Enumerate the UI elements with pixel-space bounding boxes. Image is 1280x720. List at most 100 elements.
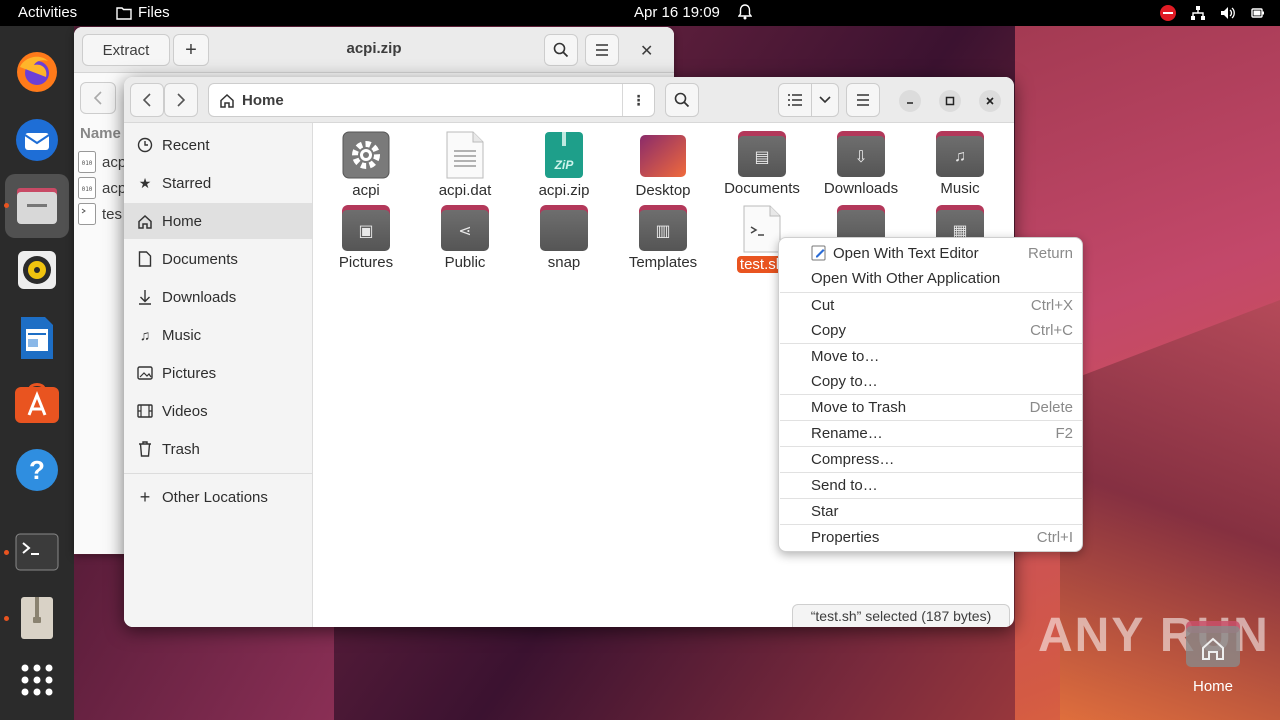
back-button[interactable] [80, 82, 116, 114]
menu-item-move-to-trash[interactable]: Move to Trash Delete [780, 395, 1082, 420]
list-item[interactable]: tes [78, 203, 122, 225]
templates-folder-icon: ▥ [639, 205, 687, 251]
menu-item-rename[interactable]: Rename… F2 [780, 421, 1082, 446]
close-icon[interactable]: ✕ [640, 41, 653, 61]
menu-item-accel: Return [1027, 245, 1073, 262]
menu-item-open-with-text-editor[interactable]: Open With Text Editor Return [780, 241, 1082, 266]
menu-item-properties[interactable]: Properties Ctrl+I [780, 525, 1082, 550]
system-tray[interactable] [1160, 5, 1266, 21]
sidebar-item-label: Trash [162, 440, 200, 458]
grid-item-music[interactable]: ♫ Music [912, 131, 1008, 197]
sidebar-item-pictures[interactable]: Pictures [124, 355, 312, 391]
grid-item-downloads[interactable]: ⇩ Downloads [813, 131, 909, 197]
grid-item-snap[interactable]: snap [516, 205, 612, 271]
list-item[interactable]: 010 acp [78, 177, 126, 199]
list-item[interactable]: 010 acp [78, 151, 126, 173]
menu-item-accel: Ctrl+C [1030, 322, 1073, 339]
app-menu[interactable]: Files [116, 4, 170, 21]
forward-button[interactable] [164, 83, 198, 117]
menu-item-label: Star [811, 503, 839, 520]
rhythmbox-icon[interactable] [13, 246, 61, 294]
thunderbird-icon[interactable] [13, 116, 61, 164]
search-icon[interactable] [544, 34, 578, 66]
menu-icon[interactable] [846, 83, 880, 117]
menu-item-star[interactable]: Star [780, 499, 1082, 524]
show-apps-icon[interactable] [13, 656, 61, 704]
executable-gear-icon [342, 131, 390, 179]
sidebar-item-starred[interactable]: ★ Starred [124, 165, 312, 201]
app-center-icon[interactable] [13, 378, 61, 426]
list-view-icon[interactable] [778, 83, 812, 117]
grid-item-templates[interactable]: ▥ Templates [615, 205, 711, 271]
column-header-name[interactable]: Name [80, 125, 121, 142]
desktop-home-icon[interactable]: Home [1184, 620, 1242, 695]
path-home[interactable]: Home [209, 92, 284, 109]
sidebar-item-label: Music [162, 326, 202, 344]
sidebar-item-downloads[interactable]: Downloads [124, 279, 312, 315]
grid-item-label: acpi.dat [438, 182, 492, 199]
grid-item-desktop[interactable]: Desktop [615, 131, 711, 199]
menu-item-move-to[interactable]: Move to… [780, 344, 1082, 369]
plus-icon: + [139, 486, 151, 507]
grid-item-acpi-zip[interactable]: ZiP acpi.zip [516, 131, 612, 199]
help-icon[interactable]: ? [13, 446, 61, 494]
sidebar-item-home[interactable]: Home [124, 203, 312, 239]
film-icon [137, 404, 153, 418]
menu-item-open-with-other-application[interactable]: Open With Other Application [780, 266, 1082, 291]
clock[interactable]: Apr 16 19:09 [634, 4, 720, 21]
star-icon: ★ [138, 174, 152, 191]
network-icon [1191, 6, 1205, 20]
grid-item-public[interactable]: ⋖ Public [417, 205, 513, 271]
grid-item-acpi-dat[interactable]: acpi.dat [417, 131, 513, 199]
path-bar[interactable]: Home ⋮ [208, 83, 655, 117]
path-menu-icon[interactable]: ⋮ [622, 84, 654, 116]
search-icon[interactable] [665, 83, 699, 117]
menu-item-cut[interactable]: Cut Ctrl+X [780, 293, 1082, 318]
menu-item-copy[interactable]: Copy Ctrl+C [780, 318, 1082, 343]
menu-item-label: Move to Trash [811, 399, 907, 416]
volume-icon [1221, 7, 1235, 19]
menu-item-label: Properties [811, 529, 880, 546]
folder-icon [116, 6, 132, 20]
sidebar-item-videos[interactable]: Videos [124, 393, 312, 429]
home-icon [138, 214, 152, 229]
files-icon[interactable] [5, 174, 69, 238]
minimize-icon[interactable] [899, 90, 921, 112]
menu-item-copy-to[interactable]: Copy to… [780, 369, 1082, 394]
maximize-icon[interactable] [939, 90, 961, 112]
firefox-icon[interactable] [13, 48, 61, 96]
sidebar-item-trash[interactable]: Trash [124, 431, 312, 467]
sidebar-item-music[interactable]: ♫ Music [124, 317, 312, 353]
menu-item-label: Copy [811, 322, 847, 339]
close-icon[interactable] [979, 90, 1001, 112]
music-icon: ♫ [139, 327, 151, 343]
view-options-chevron-icon[interactable] [811, 83, 839, 117]
menu-icon[interactable] [585, 34, 619, 66]
menu-item-accel: Ctrl+I [1036, 529, 1073, 546]
menu-item-label: Move to… [811, 348, 880, 365]
bell-icon[interactable] [737, 4, 753, 24]
sidebar-item-documents[interactable]: Documents [124, 241, 312, 277]
sidebar-item-other-locations[interactable]: + Other Locations [124, 479, 312, 515]
dock: ? [0, 26, 74, 720]
back-button[interactable] [130, 83, 164, 117]
app-name: Files [138, 4, 170, 21]
menu-item-send-to[interactable]: Send to… [780, 473, 1082, 498]
grid-item-documents[interactable]: ▤ Documents [714, 131, 810, 197]
home-folder-icon [1186, 621, 1240, 667]
sidebar-item-label: Other Locations [162, 488, 268, 506]
grid-item-pictures[interactable]: ▣ Pictures [318, 205, 414, 271]
text-editor-icon [811, 245, 826, 261]
grid-item-acpi[interactable]: acpi [318, 131, 414, 199]
binary-file-icon: 010 [78, 151, 96, 173]
libreoffice-writer-icon[interactable] [13, 314, 61, 362]
terminal-icon[interactable] [13, 528, 61, 576]
status-bar: “test.sh” selected (187 bytes) [792, 604, 1010, 627]
sidebar-item-label: Downloads [162, 288, 237, 306]
sidebar-item-recent[interactable]: Recent [124, 127, 312, 163]
archive-manager-icon[interactable] [13, 594, 61, 642]
menu-item-compress[interactable]: Compress… [780, 447, 1082, 472]
running-indicator [4, 203, 9, 208]
activities-button[interactable]: Activities [18, 4, 77, 21]
script-file-icon [743, 205, 781, 253]
